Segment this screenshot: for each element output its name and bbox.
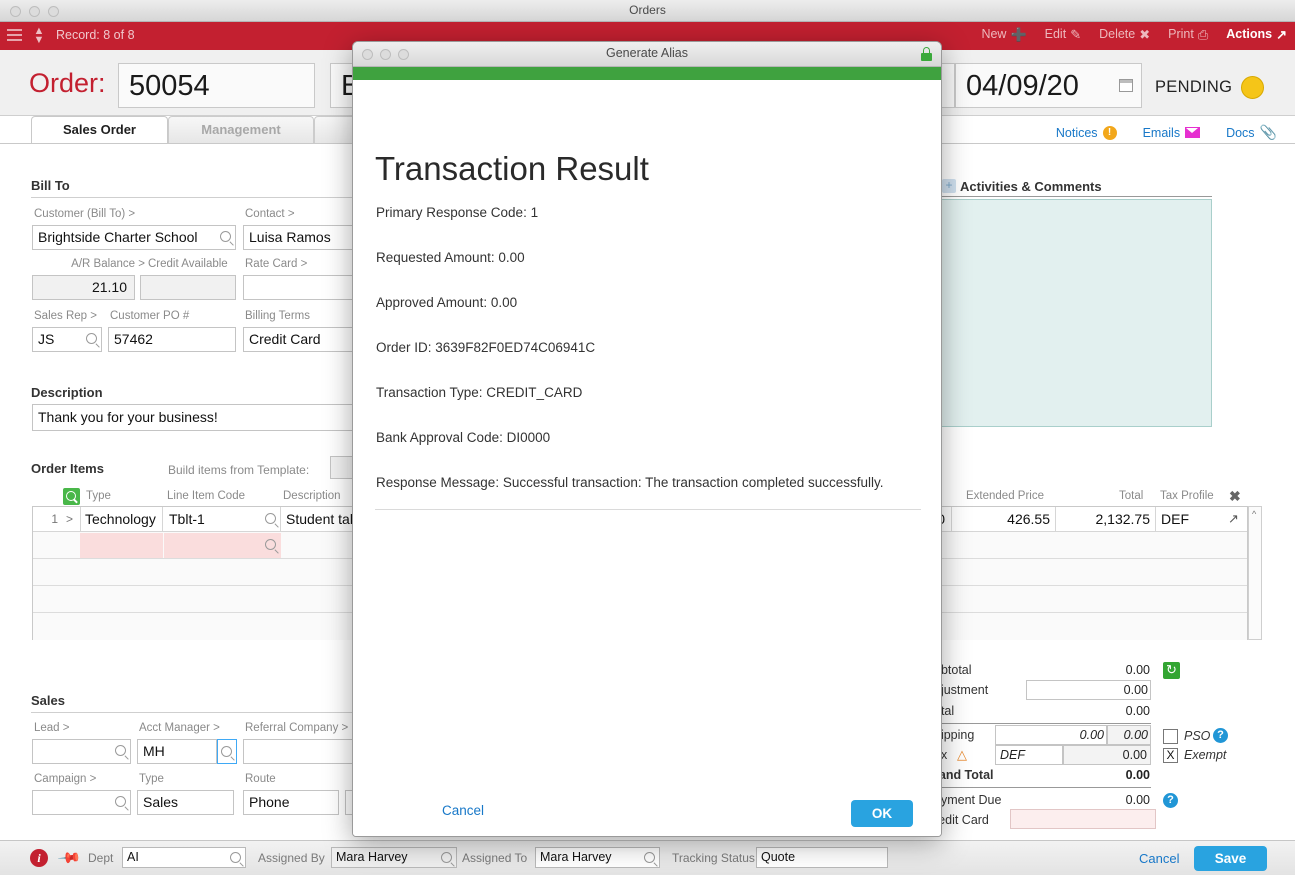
bank-approval-code-line: Bank Approval Code: DI0000 [376,430,551,445]
transaction-result-heading: Transaction Result [375,150,649,187]
dialog-ok-button[interactable]: OK [851,800,913,827]
modal-overlay: Generate Alias Transaction Result Primar… [0,0,1295,875]
approved-amount-line: Approved Amount: 0.00 [376,295,518,310]
dialog-divider [375,509,921,510]
dialog-title: Generate Alias [606,46,688,60]
generate-alias-dialog: Generate Alias Transaction Result Primar… [352,41,942,837]
dialog-titlebar: Generate Alias [353,42,941,67]
transaction-type-line: Transaction Type: CREDIT_CARD [376,385,583,400]
response-message-line: Response Message: Successful transaction… [376,475,884,490]
dialog-cancel-button[interactable]: Cancel [442,803,484,818]
order-id-line: Order ID: 3639F82F0ED74C06941C [376,340,596,355]
application-window: Orders ▲ ▼ Record: 8 of 8 New ➕ Edit ✎ De… [0,0,1295,875]
dialog-accent-strip [353,67,941,80]
lock-icon [921,47,932,61]
primary-response-code-line: Primary Response Code: 1 [376,205,539,220]
dialog-body: Transaction Result Primary Response Code… [353,80,941,836]
requested-amount-line: Requested Amount: 0.00 [376,250,525,265]
